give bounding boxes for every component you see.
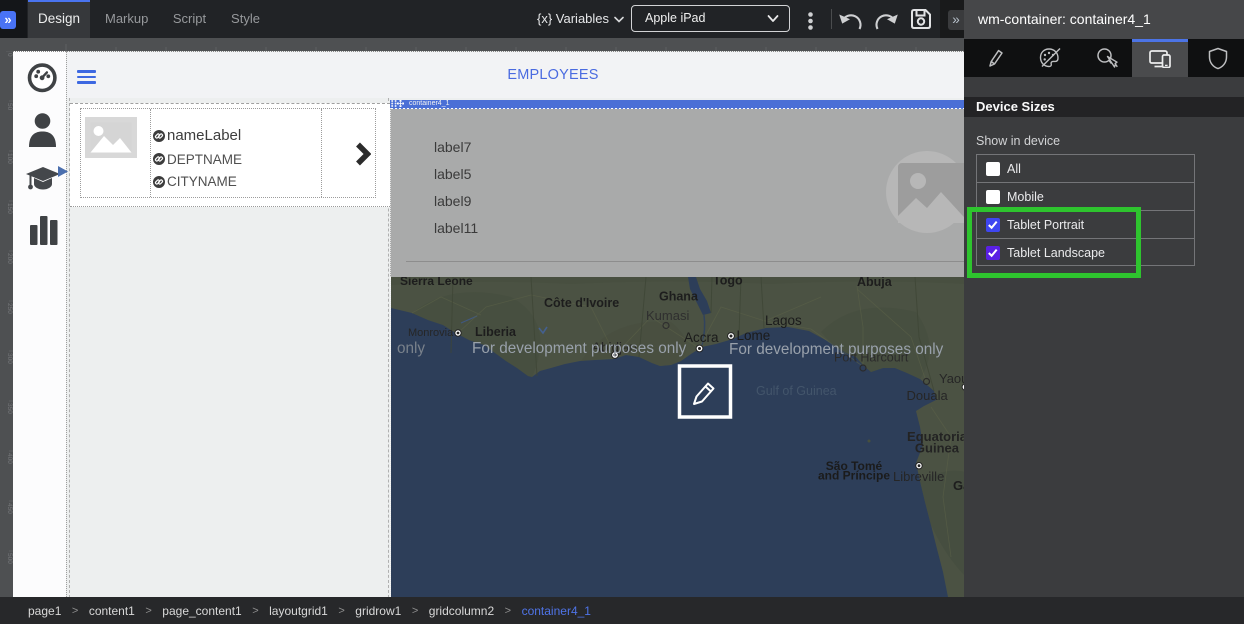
svg-text:450: 450 <box>6 503 13 514</box>
svg-text:Libreville: Libreville <box>893 469 944 484</box>
svg-text:Liberia: Liberia <box>475 325 517 339</box>
svg-text:Ghana: Ghana <box>659 290 699 304</box>
svg-text:only: only <box>397 340 425 357</box>
svg-text:Lagos: Lagos <box>765 313 802 328</box>
svg-text:Yaou: Yaou <box>939 371 966 386</box>
svg-text:350: 350 <box>6 403 13 414</box>
svg-text:150: 150 <box>6 203 13 214</box>
svg-text:50: 50 <box>6 103 13 111</box>
svg-text:Togo: Togo <box>713 277 743 288</box>
svg-text:Sierra Leone: Sierra Leone <box>400 277 473 288</box>
svg-text:300: 300 <box>6 353 13 364</box>
svg-text:For development purposes only: For development purposes only <box>472 340 687 357</box>
svg-text:Abuja: Abuja <box>857 277 893 289</box>
svg-text:Guinea: Guinea <box>915 441 960 456</box>
svg-text:Côte d'Ivoire: Côte d'Ivoire <box>544 296 619 310</box>
svg-text:Gulf of Guinea: Gulf of Guinea <box>756 384 837 398</box>
svg-text:200: 200 <box>6 253 13 264</box>
svg-text:Douala: Douala <box>907 388 949 403</box>
svg-text:Kumasi: Kumasi <box>646 308 689 323</box>
svg-text:Accra: Accra <box>684 330 719 345</box>
svg-text:500: 500 <box>6 553 13 564</box>
svg-text:100: 100 <box>6 153 13 164</box>
svg-text:and Príncipe: and Príncipe <box>818 469 890 483</box>
svg-text:250: 250 <box>6 303 13 314</box>
svg-text:0: 0 <box>6 53 13 57</box>
svg-text:400: 400 <box>6 453 13 464</box>
svg-text:For development purposes only: For development purposes only <box>729 341 944 358</box>
svg-text:Monrovia: Monrovia <box>408 327 454 339</box>
